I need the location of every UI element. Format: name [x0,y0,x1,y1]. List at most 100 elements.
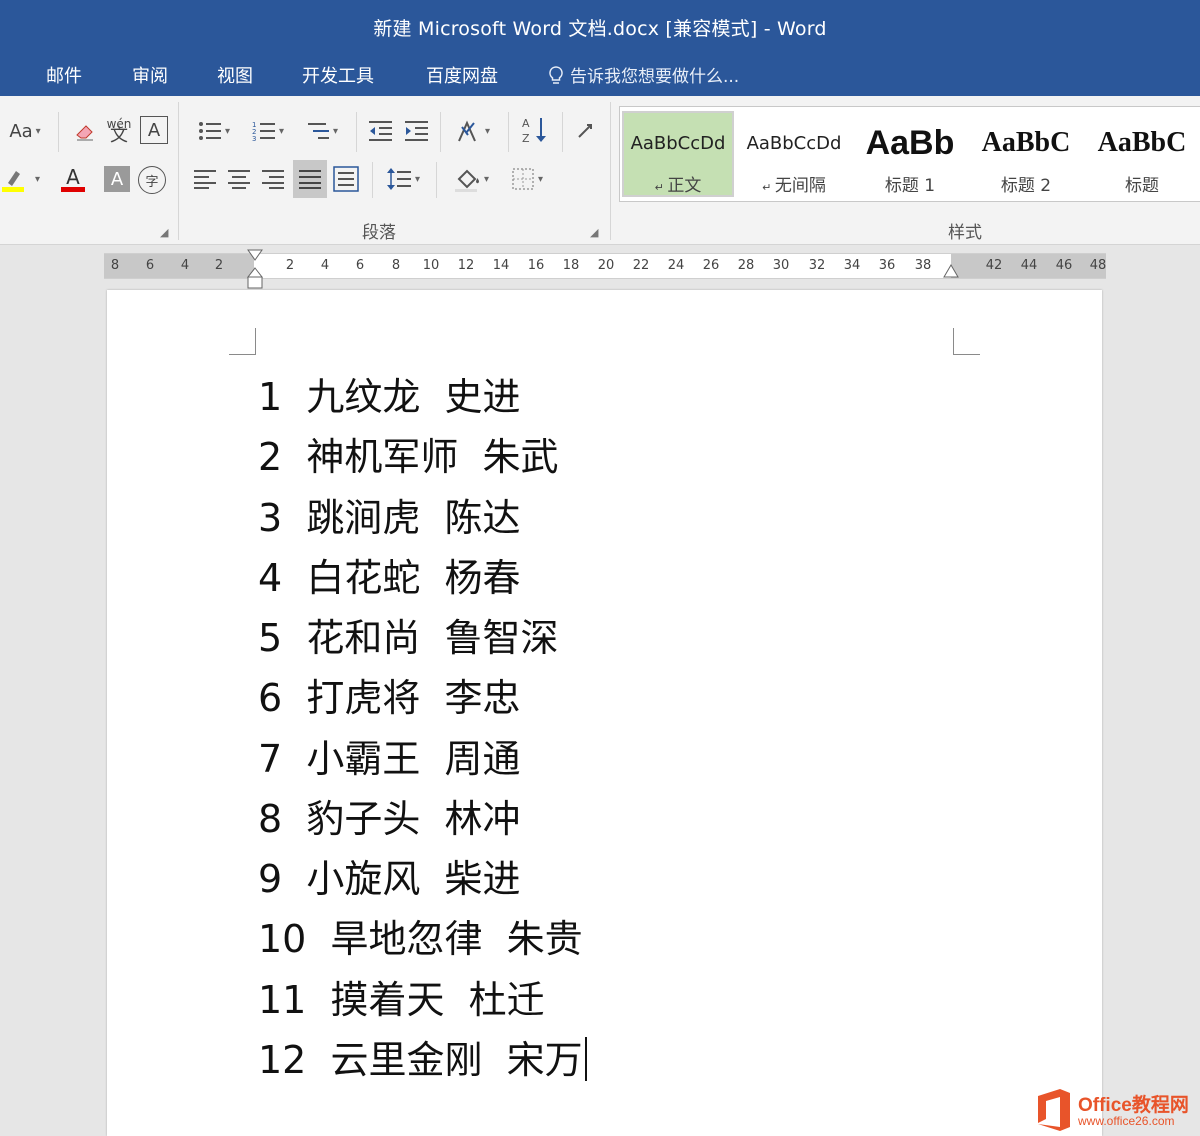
lightbulb-icon [549,66,563,84]
ruler-number: 2 [285,258,295,273]
document-page[interactable] [107,290,1102,1136]
document-line[interactable]: 6 打虎将 李忠 [258,667,521,722]
paragraph-marks-icon [578,124,592,138]
justify-icon [299,170,321,189]
chinese-layout-button[interactable]: ▾ [448,116,498,146]
chevron-down-icon: ▾ [332,125,339,137]
font-color-swatch [61,186,85,192]
shading-button[interactable]: ▾ [446,162,496,196]
align-right-button[interactable] [258,164,288,194]
ruler-number: 20 [597,258,615,273]
paragraph-dialog-launcher-icon[interactable]: ◢ [590,226,598,239]
ruler-number: 24 [667,258,685,273]
numbering-button[interactable]: 1 2 3 ▾ [244,116,292,146]
change-case-button[interactable]: Aa ▾ [2,118,48,144]
document-line[interactable]: 1 九纹龙 史进 [258,366,521,421]
borders-button[interactable]: ▾ [502,162,552,196]
line-spacing-button[interactable]: ▾ [380,162,426,196]
ruler-number: 22 [632,258,650,273]
tell-me-text: 告诉我您想要做什么... [570,67,740,87]
document-line[interactable]: 11 摸着天 杜迁 [258,969,545,1024]
numbered-list-icon: 123 [252,121,275,142]
tab-review[interactable]: 审阅 [132,62,168,88]
increase-indent-button[interactable] [400,116,432,146]
divider [440,112,441,152]
paragraph-mark-icon: ↵ [654,181,668,194]
decrease-indent-icon [369,121,392,141]
phonetic-guide-button[interactable]: wén 文 [104,114,134,146]
character-border-icon: A [147,119,161,141]
align-left-button[interactable] [190,164,220,194]
tab-baidu-netdisk[interactable]: 百度网盘 [426,62,498,88]
document-line[interactable]: 4 白花蛇 杨春 [258,547,521,602]
font-dialog-launcher-icon[interactable]: ◢ [160,226,168,239]
text-cursor [584,1037,587,1081]
document-line[interactable]: 3 跳涧虎 陈达 [258,487,521,542]
ruler-number: 6 [355,258,365,273]
bullets-button[interactable]: ▾ [190,116,238,146]
document-line-last[interactable]: 12 云里金刚 宋万 [258,1029,587,1084]
align-center-button[interactable] [224,164,254,194]
style-normal[interactable]: AaBbCcDd ↵ 正文 [622,111,734,197]
document-line[interactable]: 7 小霸王 周通 [258,728,521,783]
borders-icon [512,168,534,190]
chevron-down-icon: ▾ [484,125,491,137]
ruler-number: 8 [110,258,120,273]
ruler-number: 44 [1020,258,1038,273]
document-line[interactable]: 9 小旋风 柴进 [258,848,521,903]
font-color-button[interactable]: A [50,164,96,194]
character-border-button[interactable]: A [140,116,168,144]
clear-formatting-button[interactable] [70,116,100,146]
ruler-number: 28 [737,258,755,273]
sort-button[interactable]: AZ [518,114,552,146]
divider [372,162,373,198]
tab-view[interactable]: 视图 [217,62,253,88]
site-watermark: Office教程网 www.office26.com [1034,1084,1200,1136]
ruler-number: 6 [145,258,155,273]
style-title[interactable]: AaBbC 标题 [1088,113,1196,196]
enclose-characters-button[interactable]: 字 [138,166,166,194]
chinese-layout-icon [458,120,476,142]
multilevel-list-button[interactable]: ▾ [298,116,346,146]
indent-markers-icon[interactable] [246,248,264,290]
divider [356,112,357,152]
tell-me-search[interactable]: 告诉我您想要做什么... [548,62,739,87]
divider [436,162,437,198]
ruler-number: 48 [1089,258,1107,273]
phonetic-icon: 文 [110,125,128,146]
style-name: 标题 [1125,176,1159,196]
document-line[interactable]: 10 旱地忽律 朱贵 [258,908,583,963]
decrease-indent-button[interactable] [364,116,396,146]
change-case-label: Aa [9,120,33,142]
ruler-number: 34 [843,258,861,273]
margin-corner-mark [953,328,980,355]
ruler-number: 2 [214,258,224,273]
ruler-number: 38 [914,258,932,273]
style-preview: AaBb [865,123,955,162]
tab-mailings[interactable]: 邮件 [46,62,82,88]
paragraph-mark-icon: ↵ [762,181,775,194]
ruler-number: 4 [320,258,330,273]
style-heading-1[interactable]: AaBb 标题 1 [856,113,964,197]
justify-button[interactable] [293,160,327,198]
right-indent-marker-icon[interactable] [942,262,960,280]
chevron-down-icon: ▾ [537,173,544,185]
highlight-button[interactable]: ▾ [0,164,42,194]
office-logo-icon [1038,1089,1070,1131]
distributed-button[interactable] [330,162,362,196]
chevron-down-icon: ▾ [483,173,490,185]
style-name: ↵ 正文 [654,176,702,196]
svg-text:A: A [522,117,530,130]
styles-gallery: AaBbCcDd ↵ 正文 AaBbCcDd ↵ 无间隔 AaBb 标题 1 A… [619,106,1200,202]
tab-developer[interactable]: 开发工具 [302,62,374,88]
title-bar: 新建 Microsoft Word 文档.docx [兼容模式] - Word [0,0,1200,52]
style-no-spacing[interactable]: AaBbCcDd ↵ 无间隔 [740,113,848,197]
document-line[interactable]: 2 神机军师 朱武 [258,426,559,481]
ribbon-tabs: 邮件 审阅 视图 开发工具 百度网盘 告诉我您想要做什么... [0,52,1200,96]
document-line[interactable]: 8 豹子头 林冲 [258,788,521,843]
character-shading-button[interactable]: A [104,166,130,192]
show-hide-marks-button[interactable] [570,116,600,146]
document-line[interactable]: 5 花和尚 鲁智深 [258,607,559,662]
increase-indent-icon [405,121,428,141]
style-heading-2[interactable]: AaBbC 标题 2 [972,113,1080,196]
